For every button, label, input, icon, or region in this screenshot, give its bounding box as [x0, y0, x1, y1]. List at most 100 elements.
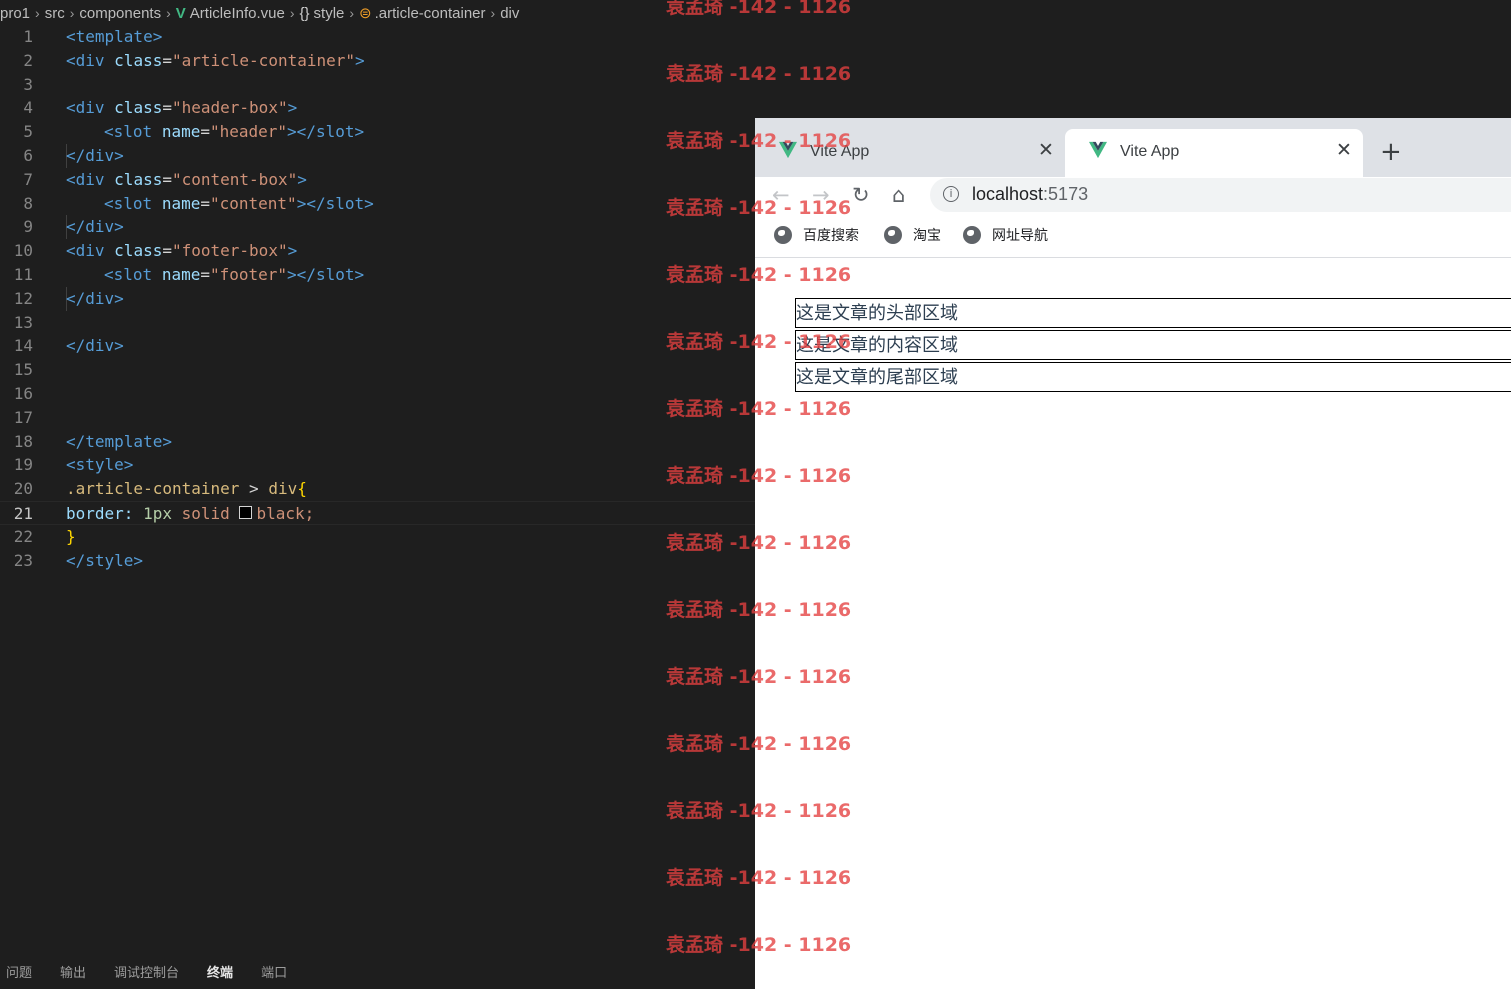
breadcrumb-item-element[interactable]: div [500, 5, 519, 22]
line-number: 19 [13, 455, 33, 475]
line-number: 12 [13, 288, 33, 308]
reload-icon[interactable]: ↻ [852, 183, 870, 207]
code-line: 19 <style> [0, 453, 755, 477]
color-swatch-icon[interactable] [239, 505, 253, 519]
line-number: 1 [23, 27, 33, 46]
line-number: 17 [13, 407, 33, 427]
code-line: 15 [0, 358, 755, 382]
info-icon[interactable]: i [943, 186, 959, 202]
code-line: 18 </template> [0, 430, 755, 454]
code-line: 12 </div> [0, 287, 755, 311]
globe-icon [884, 226, 902, 244]
code-editor[interactable]: pro1 › src › components › V ArticleInfo.… [0, 0, 755, 989]
vue-file-icon: V [175, 4, 186, 22]
chevron-right-icon: › [166, 5, 171, 21]
article-footer-box: 这是文章的尾部区域 [795, 362, 1511, 392]
line-number: 22 [13, 526, 33, 546]
selector-icon: ⊜ [359, 5, 372, 22]
bookmark-taobao[interactable]: 淘宝 [884, 225, 941, 245]
forward-arrow-icon[interactable]: → [812, 183, 830, 207]
bookmark-label: 百度搜索 [803, 228, 859, 244]
breadcrumb-item-components[interactable]: components [79, 5, 161, 22]
code-line: 11 <slot name="footer"></slot> [0, 263, 755, 287]
home-icon[interactable]: ⌂ [892, 183, 905, 207]
code-line: 5 <slot name="header"></slot> [0, 120, 755, 144]
line-number: 3 [23, 74, 33, 94]
url-port: :5173 [1043, 184, 1089, 204]
line-number: 14 [13, 336, 33, 356]
code-line: 10 <div class="footer-box"> [0, 239, 755, 263]
vue-logo-icon [1089, 141, 1107, 159]
bookmark-label: 网址导航 [992, 228, 1048, 244]
bookmark-baidu[interactable]: 百度搜索 [774, 225, 859, 245]
breadcrumb-item-selector[interactable]: .article-container [375, 5, 486, 22]
line-number: 15 [13, 360, 33, 380]
page-viewport: 这是文章的头部区域 这是文章的内容区域 这是文章的尾部区域 [755, 258, 1511, 989]
browser-tab-active[interactable]: Vite App ✕ [1065, 129, 1363, 177]
vue-logo-icon [779, 141, 797, 159]
code-line: 6 </div> [0, 144, 755, 168]
tab-title: Vite App [810, 143, 870, 160]
back-arrow-icon[interactable]: ← [772, 183, 790, 207]
code-line: 4 <div class="header-box"> [0, 96, 755, 120]
chevron-right-icon: › [69, 5, 75, 21]
address-bar[interactable]: i localhost:5173 [930, 178, 1511, 212]
article-content-box: 这是文章的内容区域 [795, 330, 1511, 360]
line-number: 8 [23, 193, 33, 213]
tab-terminal[interactable]: 终端 [207, 962, 233, 981]
globe-icon [774, 226, 792, 244]
code-line: 7 <div class="content-box"> [0, 168, 755, 192]
bookmark-nav[interactable]: 网址导航 [963, 225, 1048, 245]
breadcrumb-item-src[interactable]: src [45, 5, 65, 22]
line-number: 21 [13, 503, 33, 523]
line-number: 10 [13, 241, 33, 261]
line-number: 13 [13, 312, 33, 332]
line-number: 7 [23, 169, 33, 189]
article-header-box: 这是文章的头部区域 [795, 298, 1511, 328]
tab-problems[interactable]: 问题 [6, 962, 32, 981]
code-line: 2 <div class="article-container"> [0, 49, 755, 73]
breadcrumb: pro1 › src › components › V ArticleInfo.… [0, 0, 755, 26]
tab-ports[interactable]: 端口 [261, 962, 287, 981]
new-tab-icon[interactable]: + [1380, 137, 1402, 167]
breadcrumb-item-project[interactable]: pro1 [0, 5, 30, 22]
browser-tab-strip: Vite App ✕ Vite App ✕ + [755, 118, 1511, 177]
line-number: 23 [13, 550, 33, 570]
code-line: 14 </div> [0, 334, 755, 358]
code-line: 13 [0, 311, 755, 335]
close-icon[interactable]: ✕ [1336, 139, 1352, 161]
browser-window: Vite App ✕ Vite App ✕ + ← → ↻ ⌂ i localh… [755, 0, 1511, 989]
line-number: 11 [13, 264, 33, 284]
line-number: 16 [13, 383, 33, 403]
close-icon[interactable]: ✕ [1038, 139, 1054, 161]
code-line: 22} [0, 525, 755, 549]
chevron-right-icon: › [490, 5, 496, 21]
line-number: 5 [23, 122, 33, 142]
breadcrumb-item-style[interactable]: style [314, 5, 345, 22]
breadcrumb-item-file[interactable]: ArticleInfo.vue [190, 5, 285, 22]
code-line: 20 .article-container > div{ [0, 477, 755, 501]
code-line-current: 21 border: 1px solid black; [0, 500, 755, 525]
tab-output[interactable]: 输出 [60, 962, 86, 981]
code-line: 16 [0, 382, 755, 406]
code-area[interactable]: 1 <template> 2 <div class="article-contain… [0, 25, 755, 572]
tab-debug-console[interactable]: 调试控制台 [114, 962, 179, 981]
code-line: 3 [0, 73, 755, 97]
code-line: 9 </div> [0, 215, 755, 239]
code-line: 17 [0, 406, 755, 430]
line-number: 2 [23, 50, 33, 70]
line-number: 9 [23, 217, 33, 237]
browser-toolbar: ← → ↻ ⌂ i localhost:5173 [755, 177, 1511, 215]
tab-title: Vite App [1120, 143, 1180, 160]
line-number: 6 [23, 145, 33, 165]
chevron-right-icon: › [349, 5, 355, 21]
panel-tabs: 问题 输出 调试控制台 终端 端口 [0, 954, 755, 989]
bookmarks-bar: 百度搜索 淘宝 网址导航 [755, 215, 1511, 258]
bookmark-label: 淘宝 [913, 228, 941, 244]
braces-icon: {} [299, 4, 310, 22]
browser-tab[interactable]: Vite App ✕ [755, 129, 1055, 177]
chevron-right-icon: › [289, 5, 295, 21]
chevron-right-icon: › [35, 5, 40, 21]
line-number: 18 [13, 431, 33, 451]
url-host: localhost [972, 184, 1044, 204]
